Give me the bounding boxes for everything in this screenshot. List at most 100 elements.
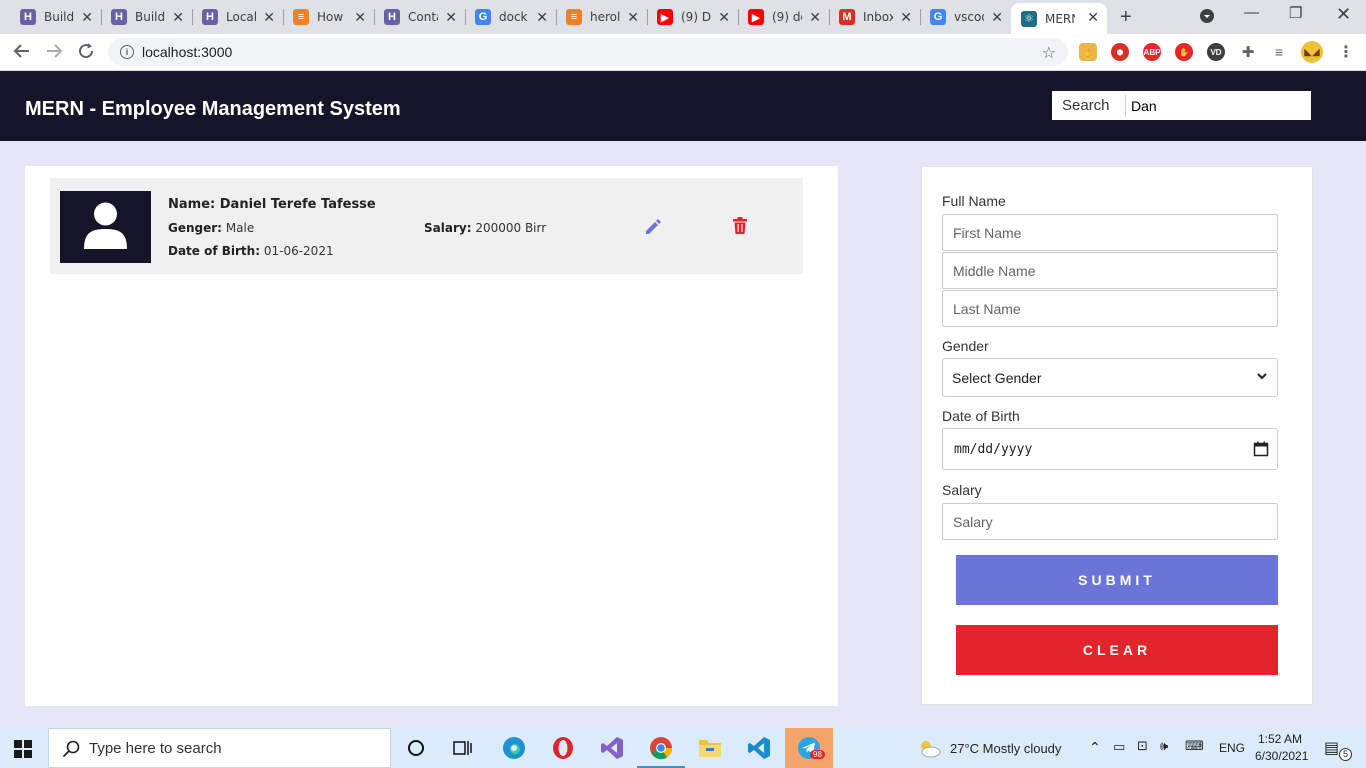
close-tab-icon[interactable]: ✕ [1087,9,1099,26]
employee-list-panel: Name: Daniel Terefe Tafesse Genger: Male… [25,166,838,706]
close-tab-icon[interactable]: ✕ [809,9,821,26]
close-tab-icon[interactable]: ✕ [536,9,548,26]
opera-icon[interactable] [551,736,575,760]
edit-employee-button[interactable] [644,218,662,236]
trash-icon [733,217,747,234]
browser-tab[interactable]: H Build ✕ [101,3,192,31]
heroku-icon: H [202,9,218,25]
chrome-icon[interactable] [649,736,673,760]
volume-icon[interactable]: 🕪 [1160,738,1168,754]
reload-button[interactable] [77,42,95,65]
employee-dob: Date of Birth: 01-06-2021 [168,244,334,258]
weather-icon[interactable] [917,736,941,760]
browser-tab-label: Local [226,10,256,24]
browser-tab-label: How [317,10,344,24]
browser-tab[interactable]: ≡ How ✕ [283,3,374,31]
browser-tab[interactable]: ▶ (9) D ✕ [647,3,738,31]
site-info-icon[interactable]: i [120,45,134,59]
media-control-icon[interactable]: ≡ [1270,43,1288,61]
hand-extension-icon[interactable]: ✋ [1079,43,1097,61]
vscode-icon[interactable] [747,736,771,760]
gender-select[interactable]: Select Gender [942,358,1278,397]
close-tab-icon[interactable]: ✕ [263,9,275,26]
edge-icon[interactable] [502,736,526,760]
employee-name: Name: Daniel Terefe Tafesse [168,197,376,212]
adblock-plus-icon[interactable]: ABP [1143,43,1161,61]
gmail-icon: M [839,9,855,25]
telegram-icon[interactable]: 98 [785,728,833,768]
profile-avatar[interactable]: ◣◢ [1301,41,1323,63]
dob-input[interactable]: mm/dd/yyyy [942,428,1278,470]
employee-avatar [60,191,151,263]
clock-date[interactable]: 6/30/2021 [1255,749,1308,763]
hand-stop-extension-icon[interactable]: ✋ [1175,43,1193,61]
visual-studio-icon[interactable] [600,736,624,760]
browser-tab-label: Conta [408,10,438,24]
weather-text[interactable]: 27°C Mostly cloudy [950,741,1061,756]
browser-tab[interactable]: H Local ✕ [192,3,283,31]
clock-time[interactable]: 1:52 AM [1258,732,1302,746]
salary-input[interactable] [942,503,1278,540]
notification-center-icon[interactable]: ▤ [1324,738,1339,758]
close-tab-icon[interactable]: ✕ [354,9,366,26]
submit-button[interactable]: SUBMIT [956,555,1278,605]
language-indicator[interactable]: ENG [1219,741,1245,755]
close-tab-icon[interactable]: ✕ [81,9,93,26]
browser-tab[interactable]: ⚛ MERN ✕ [1011,3,1107,34]
battery-icon[interactable]: ▭ [1113,739,1125,755]
file-explorer-icon[interactable] [698,736,722,760]
cortana-icon[interactable] [404,736,428,760]
search-input[interactable] [1125,94,1305,117]
first-name-input[interactable] [942,214,1278,251]
minimize-button[interactable]: — [1244,4,1259,21]
app-header: MERN - Employee Management System Search [0,71,1366,141]
clear-button[interactable]: CLEAR [956,625,1278,675]
task-view-icon[interactable] [451,736,475,760]
google-icon: G [930,9,946,25]
windows-taskbar: Type here to search 98 27°C Mostly cloud… [0,728,1366,768]
heroku-icon: H [111,9,127,25]
dob-label: Date of Birth [942,408,1020,424]
windows-start-icon[interactable] [14,740,32,758]
last-name-input[interactable] [942,290,1278,327]
browser-tab-label: dock [499,10,528,24]
show-hidden-icons-chevron[interactable]: ⌃ [1089,739,1101,756]
network-icon[interactable]: ⊡ [1137,738,1148,754]
tab-search-icon[interactable] [1199,8,1215,28]
taskbar-search-placeholder: Type here to search [89,739,222,757]
new-tab-button[interactable]: + [1120,6,1132,29]
back-button[interactable] [13,42,31,65]
search-icon [62,740,80,758]
extensions-puzzle-icon[interactable]: ✚ [1239,43,1257,61]
browser-menu-icon[interactable]: ⋮ [1337,43,1355,61]
keyboard-icon[interactable]: ⌨ [1185,738,1204,754]
browser-tab[interactable]: H Build ✕ [10,3,101,31]
browser-tab[interactable]: M Inbox ✕ [829,3,920,31]
browser-tab[interactable]: ▶ (9) do ✕ [738,3,829,31]
delete-employee-button[interactable] [732,217,748,235]
close-tab-icon[interactable]: ✕ [718,9,730,26]
employee-form: Full Name Gender Select Gender Date of B… [921,166,1313,705]
telegram-badge: 98 [810,750,825,759]
browser-tab[interactable]: H Conta ✕ [374,3,465,31]
close-window-button[interactable]: ✕ [1336,4,1351,25]
taskbar-search-box[interactable]: Type here to search [48,728,391,768]
browser-tab[interactable]: Gvscod ✕ [920,3,1011,31]
close-tab-icon[interactable]: ✕ [627,9,639,26]
browser-tab[interactable]: Gdock ✕ [465,3,556,31]
forward-button[interactable] [45,42,63,65]
middle-name-input[interactable] [942,252,1278,289]
stackoverflow-icon: ≡ [293,9,309,25]
shield-extension-icon[interactable]: ⬢ [1111,43,1129,61]
calendar-icon[interactable] [1253,441,1269,457]
heroku-icon: H [20,9,36,25]
close-tab-icon[interactable]: ✕ [172,9,184,26]
close-tab-icon[interactable]: ✕ [445,9,457,26]
close-tab-icon[interactable]: ✕ [991,9,1003,26]
address-bar[interactable]: i localhost:3000 ☆ [108,38,1068,66]
bookmark-star-icon[interactable]: ☆ [1042,43,1056,63]
browser-tab[interactable]: ≡ herol ✕ [556,3,647,31]
maximize-button[interactable]: ❐ [1289,4,1302,22]
close-tab-icon[interactable]: ✕ [900,9,912,26]
video-downloader-icon[interactable]: VD [1207,43,1225,61]
